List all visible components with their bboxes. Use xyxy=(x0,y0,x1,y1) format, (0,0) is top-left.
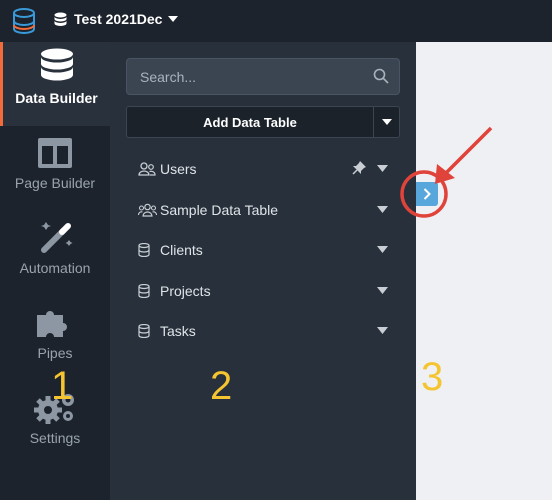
nav-label: Data Builder xyxy=(15,90,98,106)
nav-data-builder[interactable]: Data Builder xyxy=(0,42,110,126)
table-item-label: Users xyxy=(160,161,197,177)
annotation-number-2: 2 xyxy=(210,364,233,408)
caret-down-icon xyxy=(382,119,392,125)
search-icon xyxy=(373,68,389,84)
table-item-projects[interactable]: Projects xyxy=(138,279,388,303)
database-icon xyxy=(138,243,160,257)
database-icon xyxy=(138,284,160,298)
project-selector[interactable]: Test 2021Dec xyxy=(54,11,179,27)
nav-label: Pipes xyxy=(37,345,73,361)
nav-label: Page Builder xyxy=(14,175,96,191)
table-item-sample-data-table[interactable]: Sample Data Table xyxy=(138,198,388,222)
magic-wand-icon xyxy=(36,212,74,254)
table-item-label: Clients xyxy=(160,242,203,258)
annotation-number-1: 1 xyxy=(51,364,74,408)
caret-down-icon[interactable] xyxy=(377,246,388,253)
annotation-highlight xyxy=(400,126,493,218)
database-icon xyxy=(54,12,67,26)
database-icon xyxy=(40,42,74,84)
database-icon xyxy=(138,324,160,338)
data-tables-panel: Search... Add Data Table Users Sample Da… xyxy=(110,42,416,500)
table-item-tasks[interactable]: Tasks xyxy=(138,319,388,343)
table-item-users[interactable]: Users xyxy=(138,157,388,181)
search-input[interactable]: Search... xyxy=(126,58,400,95)
search-placeholder: Search... xyxy=(140,69,197,85)
caret-down-icon xyxy=(168,16,179,22)
users-group-icon xyxy=(138,203,160,217)
caret-down-icon[interactable] xyxy=(377,287,388,294)
add-data-table-button[interactable]: Add Data Table xyxy=(126,106,400,138)
caret-down-icon[interactable] xyxy=(377,206,388,213)
app-logo-icon[interactable] xyxy=(11,7,41,37)
table-item-label: Tasks xyxy=(160,323,196,339)
nav-page-builder[interactable]: Page Builder xyxy=(0,127,110,211)
table-item-label: Sample Data Table xyxy=(160,202,279,218)
nav-automation[interactable]: Automation xyxy=(0,212,110,296)
pin-icon[interactable] xyxy=(352,161,366,175)
annotation-number-3: 3 xyxy=(421,355,444,399)
table-item-label: Projects xyxy=(160,283,211,299)
caret-down-icon[interactable] xyxy=(377,165,388,172)
users-icon xyxy=(138,162,160,176)
nav-label: Settings xyxy=(29,430,81,446)
table-item-clients[interactable]: Clients xyxy=(138,238,388,262)
annotation-arrow xyxy=(441,126,493,178)
layout-columns-icon xyxy=(37,127,73,169)
project-name: Test 2021Dec xyxy=(74,11,163,27)
left-nav-rail: Data Builder Page Builder Automation Pip… xyxy=(0,42,110,500)
puzzle-piece-icon xyxy=(35,297,75,339)
top-bar: Test 2021Dec xyxy=(0,0,552,42)
add-data-table-label: Add Data Table xyxy=(203,115,297,130)
nav-label: Automation xyxy=(19,260,91,276)
caret-down-icon[interactable] xyxy=(377,327,388,334)
